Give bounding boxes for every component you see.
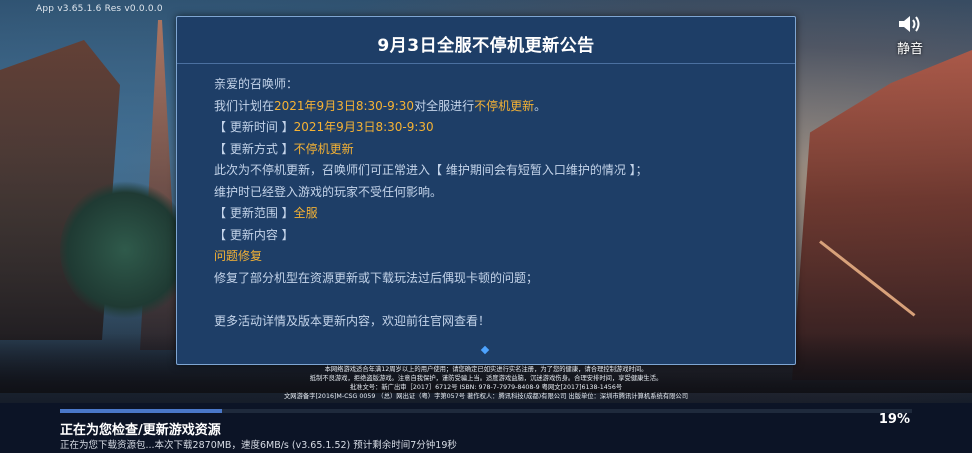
notice-line: 更多活动详情及版本更新内容，欢迎前往官网查看！ — [214, 311, 775, 333]
notice-text: 。 — [534, 98, 547, 113]
notice-line: 修复了部分机型在资源更新或下载玩法过后偶现卡顿的问题； — [214, 268, 775, 290]
tree-art — [60, 180, 190, 320]
loading-status: 正在为您检查/更新游戏资源 — [60, 423, 221, 438]
pavilion-right-art — [792, 50, 972, 380]
progress-track — [60, 409, 912, 413]
notice-text: 【 更新范围 】 — [214, 206, 294, 220]
notice-highlight-text: 全服 — [293, 206, 318, 220]
notice-line: 问题修复 — [214, 246, 775, 268]
notice-highlight-text: 2021年9月3日8:30-9:30 — [293, 120, 434, 134]
notice-line: 亲爱的召唤师： — [214, 74, 775, 96]
legal-line: 本网络游戏适合年满12周岁以上的用户使用；请您确定已如实进行实名注册，为了您的健… — [324, 366, 648, 373]
legal-line: 文网游备字[2016]M-CSG 0059 （总）网出证（粤）字第057号 著作… — [283, 393, 689, 400]
notice-text: 修复了部分机型在资源更新或下载玩法过后偶现卡顿的问题； — [214, 270, 539, 285]
notice-text: 亲爱的召唤师： — [214, 77, 299, 91]
notice-text: 此次为不停机更新，召唤师们可正常进入【 维护期间会有短暂入口维护的情况 】； — [214, 163, 648, 177]
legal-disclaimer: 本网络游戏适合年满12周岁以上的用户使用；请您确定已如实进行实名注册，为了您的健… — [170, 365, 802, 401]
notice-line: 【 更新方式 】不停机更新 — [214, 139, 775, 161]
notice-line: 【 更新范围 】全服 — [214, 203, 775, 225]
notice-line: 【 更新内容 】 — [214, 225, 775, 247]
notice-text: 【 更新方式 】 — [214, 141, 294, 156]
notice-highlight-text: 不停机更新 — [293, 141, 354, 156]
download-detail: 正在为您下载资源包...本次下载2870MB，速度6MB/s (v3.65.1.… — [60, 440, 457, 451]
notice-line: 维护时已经登入游戏的玩家不受任何影响。 — [214, 182, 775, 204]
mute-button[interactable]: 静音 — [892, 12, 928, 57]
notice-highlight-text: 不停机更新 — [474, 98, 535, 113]
update-notice-dialog[interactable]: 9月3日全服不停机更新公告 亲爱的召唤师： 我们计划在2021年9月3日8:30-… — [176, 16, 796, 365]
notice-text: 对全服进行 — [414, 98, 475, 113]
version-label: App v3.65.1.6 Res v0.0.0.0 — [36, 4, 163, 14]
notice-text: 维护时已经登入游戏的玩家不受任何影响。 — [214, 184, 443, 199]
notice-text: 【 更新时间 】 — [214, 120, 294, 134]
scroll-indicator-icon — [480, 345, 490, 355]
notice-title: 9月3日全服不停机更新公告 — [377, 36, 595, 56]
notice-text: 【 更新内容 】 — [214, 227, 294, 242]
notice-text: 我们计划在 — [214, 98, 275, 113]
notice-highlight-text: 问题修复 — [214, 249, 263, 263]
notice-line: 此次为不停机更新，召唤师们可正常进入【 维护期间会有短暂入口维护的情况 】； — [214, 160, 775, 182]
speaker-icon — [899, 16, 920, 32]
legal-line: 抵制不良游戏，拒绝盗版游戏。注意自我保护，谨防受骗上当。适度游戏益脑，沉迷游戏伤… — [309, 375, 663, 382]
notice-text: 更多活动详情及版本更新内容，欢迎前往官网查看！ — [214, 313, 491, 328]
notice-highlight-text: 2021年9月3日8:30-9:30 — [274, 98, 415, 113]
loading-bar: 19% 正在为您检查/更新游戏资源 正在为您下载资源包...本次下载2870MB… — [0, 403, 972, 453]
notice-blank-line — [214, 289, 775, 311]
legal-line: 批准文号：新广出审［2017］6712号 ISBN: 978-7-7979-84… — [349, 384, 623, 391]
progress-fill — [60, 409, 222, 413]
notice-body[interactable]: 亲爱的召唤师： 我们计划在2021年9月3日8:30-9:30对全服进行不停机更新… — [214, 74, 775, 332]
mute-label: 静音 — [896, 42, 923, 57]
notice-line: 我们计划在2021年9月3日8:30-9:30对全服进行不停机更新。 — [214, 96, 775, 118]
progress-percent: 19% — [878, 412, 910, 427]
notice-line: 【 更新时间 】2021年9月3日8:30-9:30 — [214, 117, 775, 139]
title-divider — [177, 63, 795, 64]
